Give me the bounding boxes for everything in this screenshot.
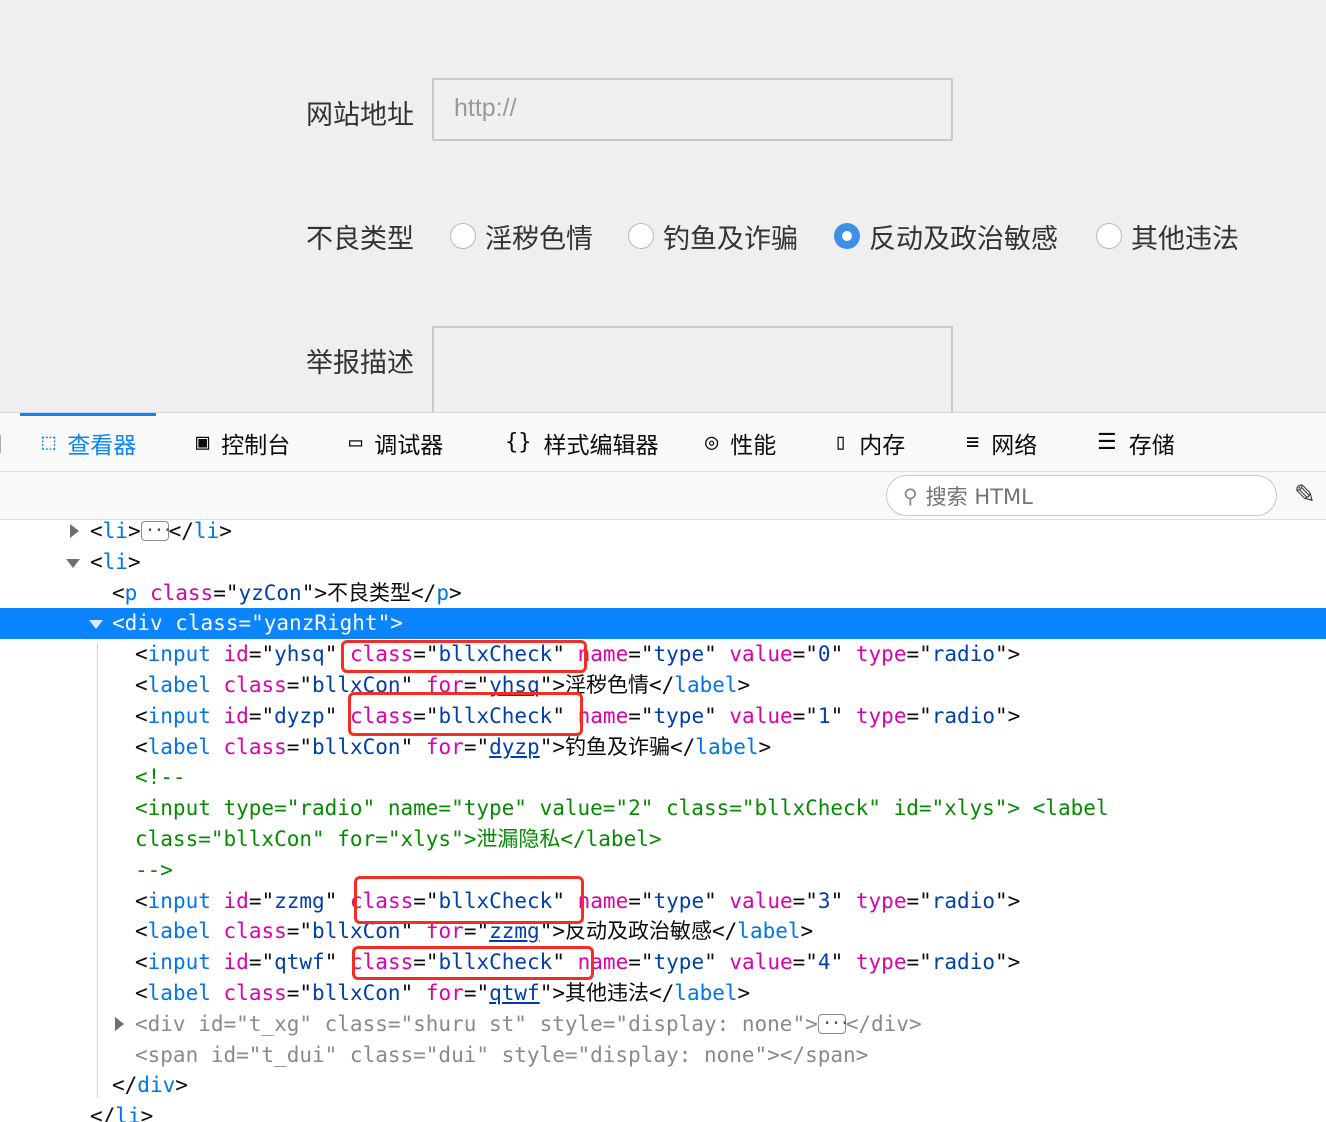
url-input[interactable]: http:// [432,78,953,141]
radio-button[interactable] [1096,223,1122,249]
tab-label: 样式编辑器 [543,432,659,459]
tab-label: 调试器 [374,432,444,459]
node-markup: <div id="t_xg" class="shuru st" style="d… [135,1008,922,1040]
collapsed-ellipsis-icon[interactable] [140,520,171,546]
node-markup: <li></li> [90,520,232,547]
node-markup: <span id="t_dui" class="dui" style="disp… [135,1042,869,1067]
tab-label: 性能 [730,432,777,459]
eyedropper-icon[interactable]: ✎ [1294,480,1316,510]
node-markup: <input type="radio" name="type" value="2… [135,796,1109,821]
node-markup: <input id="dyzp" class="bllxCheck" name=… [135,703,1021,728]
tree-node-label[interactable]: <label class="bllxCon" for="yhsq">淫秽色情</… [0,670,1326,701]
radio-button[interactable] [628,223,654,249]
tree-node-input[interactable]: <input id="zzmg" class="bllxCheck" name=… [0,886,1326,917]
tree-node-div-selected[interactable]: <div class="yanzRight"> [0,608,1326,640]
tab-label: 网络 [991,432,1038,459]
node-markup: </div> [112,1073,188,1098]
tree-node-li[interactable]: <li></li> [0,520,1326,547]
node-markup: <p class="yzCon">不良类型</p> [112,580,462,605]
radio-option-yhsq[interactable]: 淫秽色情 [450,217,593,256]
search-icon: ⚲ [903,483,918,508]
collapse-arrow-icon[interactable] [70,524,79,538]
tree-node-input[interactable]: <input id="dyzp" class="bllxCheck" name=… [0,701,1326,732]
page-viewport: 网站地址 http:// 不良类型 淫秽色情 钓鱼及诈骗 反动及政治敏感 其他违… [0,0,1326,412]
radio-label[interactable]: 其他违法 [1131,217,1239,256]
tree-node-p[interactable]: <p class="yzCon">不良类型</p> [0,578,1326,609]
tree-node-comment[interactable]: <input type="radio" name="type" value="2… [0,793,1326,824]
storage-icon: ☰ [1097,430,1117,455]
tab-separator [0,435,1,453]
console-icon: ▣ [196,430,210,455]
radio-label[interactable]: 钓鱼及诈骗 [663,217,798,256]
radio-label[interactable]: 淫秽色情 [485,217,593,256]
url-label: 网站地址 [306,100,414,131]
tree-node-li[interactable]: <li> [0,547,1326,578]
radio-label[interactable]: 反动及政治敏感 [869,217,1058,256]
tab-inspector[interactable]: ⬚ 查看器 [20,413,157,472]
tab-label: 存储 [1128,432,1175,459]
node-markup: </li> [90,1104,154,1122]
node-markup: <input id="yhsq" class="bllxCheck" name=… [135,642,1021,667]
node-markup: <input id="zzmg" class="bllxCheck" name=… [135,888,1021,913]
desc-label: 举报描述 [306,348,414,379]
radio-option-zzmg[interactable]: 反动及政治敏感 [834,217,1058,256]
radio-option-dyzp[interactable]: 钓鱼及诈骗 [628,217,798,256]
tree-node-label[interactable]: <label class="bllxCon" for="dyzp">钓鱼及诈骗<… [0,732,1326,763]
style-editor-icon: {} [505,430,532,455]
tree-node-comment[interactable]: class="bllxCon" for="xlys">泄漏隐私</label> [0,824,1326,855]
tree-guide-line [97,643,98,1098]
devtools-tabbar: ⬚ 查看器 ▣ 控制台 ▭ 调试器 {} 样式编辑器 ◎ 性能 ▯ 内存 ≡ 网… [0,412,1326,472]
markup-tree: <li></li><li> <p class="yzCon">不良类型</p> <d… [0,520,1326,1122]
search-placeholder: 搜索 HTML [925,484,1033,509]
tab-label: 内存 [859,432,906,459]
expand-arrow-icon[interactable] [66,558,80,568]
tab-debugger[interactable]: ▭ 调试器 [349,413,443,472]
description-textarea[interactable] [432,326,953,412]
tree-node-label[interactable]: <label class="bllxCon" for="qtwf">其他违法</… [0,978,1326,1009]
node-markup: <label class="bllxCon" for="dyzp">钓鱼及诈骗<… [135,734,772,759]
tree-node-comment[interactable]: <!-- [0,762,1326,793]
performance-icon: ◎ [705,430,719,455]
node-markup: <!-- [135,765,186,790]
node-markup: <li> [90,549,141,574]
tree-node-hidden-span[interactable]: <span id="t_dui" class="dui" style="disp… [0,1040,1326,1071]
node-markup: <div class="yanzRight"> [112,611,403,636]
tab-storage[interactable]: ☰ 存储 [1097,413,1175,472]
tree-node-div-close[interactable]: </div> [0,1070,1326,1101]
tab-memory[interactable]: ▯ 内存 [834,413,905,472]
radio-option-qtwf[interactable]: 其他违法 [1096,217,1239,256]
markup-toolbar: ⚲ 搜索 HTML ✎ [0,472,1326,520]
tree-node-li-close[interactable]: </li> [0,1101,1326,1122]
expand-arrow-icon[interactable] [89,620,103,630]
tab-label: 控制台 [221,432,291,459]
inspector-icon: ⬚ [42,430,56,455]
tab-network[interactable]: ≡ 网络 [966,413,1037,472]
debugger-icon: ▭ [349,430,363,455]
tab-console[interactable]: ▣ 控制台 [196,413,290,472]
node-markup: --> [135,857,173,882]
node-markup: <label class="bllxCon" for="qtwf">其他违法</… [135,981,751,1005]
tab-style-editor[interactable]: {} 样式编辑器 [505,413,659,472]
tree-node-comment[interactable]: --> [0,855,1326,886]
node-markup: <label class="bllxCon" for="zzmg">反动及政治敏… [135,919,814,944]
node-markup: <input id="qtwf" class="bllxCheck" name=… [135,950,1021,975]
tree-node-input[interactable]: <input id="yhsq" class="bllxCheck" name=… [0,639,1326,670]
node-markup: class="bllxCon" for="xlys">泄漏隐私</label> [135,827,662,851]
collapse-arrow-icon[interactable] [115,1016,124,1031]
network-icon: ≡ [966,430,980,455]
radio-button[interactable] [450,223,476,249]
memory-icon: ▯ [834,430,848,455]
search-html-input[interactable]: ⚲ 搜索 HTML [886,475,1277,516]
radio-button-checked[interactable] [834,223,860,249]
tab-performance[interactable]: ◎ 性能 [705,413,776,472]
collapsed-ellipsis-icon[interactable] [817,1008,848,1039]
tree-node-label[interactable]: <label class="bllxCon" for="zzmg">反动及政治敏… [0,916,1326,947]
node-markup: <label class="bllxCon" for="yhsq">淫秽色情</… [135,673,751,697]
tab-label: 查看器 [67,432,137,459]
type-label: 不良类型 [306,224,414,255]
tree-node-hidden-div[interactable]: <div id="t_xg" class="shuru st" style="d… [0,1008,1326,1040]
tree-node-input[interactable]: <input id="qtwf" class="bllxCheck" name=… [0,947,1326,978]
